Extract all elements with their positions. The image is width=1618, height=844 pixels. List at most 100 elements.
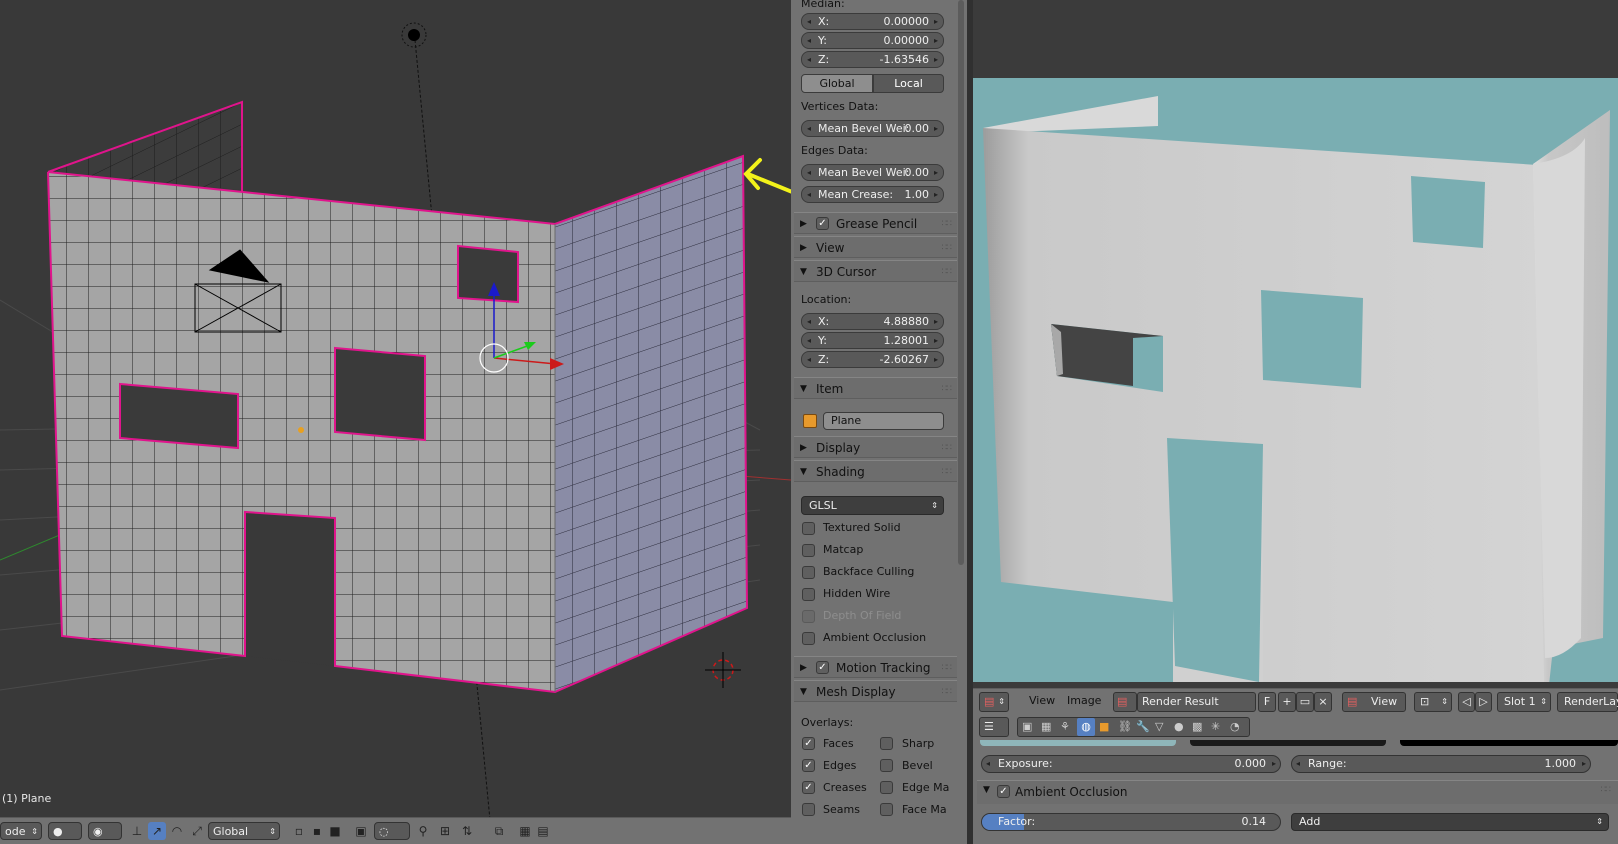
panel-motion-tracking[interactable]: ▶ ✓ Motion Tracking ∷∷ [794,656,957,678]
texture-tab-icon[interactable]: ▩ [1192,720,1202,733]
panel-view[interactable]: ▶ View ∷∷ [794,236,957,258]
drag-grip-icon[interactable]: ∷∷ [942,213,953,235]
editor-type-select[interactable]: ▤ ⇕ [979,692,1009,712]
unlink-image-icon[interactable]: × [1314,692,1332,712]
data-tab-icon[interactable]: ▽ [1155,720,1163,733]
world-tab-icon[interactable]: ◍ [1077,718,1095,736]
drag-grip-icon[interactable]: ∷∷ [942,261,953,283]
bevel-checkbox[interactable] [880,759,893,772]
face-select-icon[interactable]: ■ [326,822,344,840]
drag-grip-icon[interactable]: ∷∷ [1601,785,1612,795]
pivot-select[interactable]: ⊡ ⇕ [1414,692,1452,712]
render-layers-tab-icon[interactable]: ▦ [1041,720,1051,733]
ambient-occlusion-checkbox[interactable] [802,632,815,645]
3d-viewport[interactable]: (1) Plane ode ⇕ ● ◉ ⊥ ↗ ◠ ⤢ Global ⇕ ▫ ▪ ■… [0,0,791,844]
translate-icon[interactable]: ↗ [148,822,166,840]
blend-mode-select[interactable]: Add ⇕ [1291,813,1609,831]
menu-image[interactable]: Image [1067,694,1101,707]
creases-checkbox[interactable]: ✓ [802,781,815,794]
matcap-checkbox[interactable] [802,544,815,557]
faces-checkbox[interactable]: ✓ [802,737,815,750]
panel-display[interactable]: ▶ Display ∷∷ [794,436,957,458]
edge-select-icon[interactable]: ▪ [308,822,326,840]
color-swatch-strip-black[interactable] [1400,740,1618,746]
drag-grip-icon[interactable]: ∷∷ [942,681,953,703]
menu-view[interactable]: View [1029,694,1055,707]
panel-ambient-occlusion[interactable]: ▼ ✓ Ambient Occlusion ∷∷ [977,780,1618,804]
manipulator-toggle-icon[interactable]: ⊥ [128,822,146,840]
cursor-x-field[interactable]: ◂ X: 4.88880 ▸ [801,313,944,330]
mode-select[interactable]: ode ⇕ [0,822,42,840]
viewport-shading-select[interactable]: ● [48,822,82,840]
particles-tab-icon[interactable]: ✳ [1211,720,1220,733]
opengl-render-icon[interactable]: ⧉ [490,822,508,840]
face-marks-checkbox[interactable] [880,803,893,816]
grease-pencil-checkbox[interactable]: ✓ [816,217,829,230]
snap-target-icon[interactable]: ⇅ [458,822,476,840]
scene-tab-icon[interactable]: ⚘ [1060,720,1070,733]
render-result-canvas[interactable] [973,78,1618,722]
editor-type-select-2[interactable]: ☰ [979,717,1009,737]
material-tab-icon[interactable]: ● [1174,720,1184,733]
view-mode-select[interactable]: ▤ View [1342,692,1406,712]
drag-grip-icon[interactable]: ∷∷ [942,657,953,679]
snap-element-icon[interactable]: ⊞ [436,822,454,840]
panel-mesh-display[interactable]: ▼ Mesh Display ∷∷ [794,680,957,702]
object-name-field[interactable]: Plane [823,412,944,430]
render-tab-icon[interactable]: ▣ [1022,720,1032,733]
constraints-tab-icon[interactable]: ⛓ [1118,720,1132,733]
prev-slot-icon[interactable]: ◁ [1458,692,1475,712]
image-name-field[interactable]: Render Result [1137,692,1256,712]
panel-item[interactable]: ▼ Item ∷∷ [794,377,957,399]
shading-mode-select[interactable]: GLSL ⇕ [801,496,944,515]
global-toggle[interactable]: Global [801,74,873,93]
sharp-checkbox[interactable] [880,737,893,750]
render-layer-select[interactable]: RenderLay [1557,692,1618,712]
motion-tracking-checkbox[interactable]: ✓ [816,661,829,674]
browse-image-button[interactable]: ▤ [1113,692,1137,712]
vertex-bevel-weight-field[interactable]: ◂ Mean Bevel Wei: 0.00 ▸ [801,120,944,137]
sidebar-scrollbar[interactable] [958,0,964,565]
proportional-edit-select[interactable]: ◌ [374,822,410,840]
rotate-icon[interactable]: ◠ [168,822,186,840]
edges-checkbox[interactable]: ✓ [802,759,815,772]
slot-select[interactable]: Slot 1 ⇕ [1497,692,1551,712]
cursor-y-field[interactable]: ◂ Y: 1.28001 ▸ [801,332,944,349]
cursor-z-field[interactable]: ◂ Z: -2.60267 ▸ [801,351,944,368]
ambient-occlusion-enable-checkbox[interactable]: ✓ [997,785,1010,798]
median-y-field[interactable]: ◂ Y: 0.00000 ▸ [801,32,944,49]
fake-user-button[interactable]: F [1258,692,1276,712]
median-x-field[interactable]: ◂ X: 0.00000 ▸ [801,13,944,30]
mean-crease-field[interactable]: ◂ Mean Crease: 1.00 ▸ [801,186,944,203]
range-field[interactable]: ◂ Range: 1.000 ▸ [1291,755,1591,773]
backface-culling-checkbox[interactable] [802,566,815,579]
textured-solid-checkbox[interactable] [802,522,815,535]
modifiers-tab-icon[interactable]: 🔧 [1136,720,1150,733]
drag-grip-icon[interactable]: ∷∷ [942,378,953,400]
orientation-select[interactable]: Global ⇕ [208,822,280,840]
render-animation-icon[interactable]: ▤ [534,822,552,840]
color-swatch-strip-dark[interactable] [1190,740,1386,746]
snap-toggle-icon[interactable]: ⚲ [414,822,432,840]
panel-shading[interactable]: ▼ Shading ∷∷ [794,460,957,482]
color-swatch-strip[interactable] [980,740,1176,746]
seams-checkbox[interactable] [802,803,815,816]
edge-marks-checkbox[interactable] [880,781,893,794]
physics-tab-icon[interactable]: ◔ [1230,720,1240,733]
edge-bevel-weight-field[interactable]: ◂ Mean Bevel Wei: 0.00 ▸ [801,164,944,181]
render-image-icon[interactable]: ▦ [516,822,534,840]
new-image-icon[interactable]: + [1278,692,1296,712]
object-tab-icon[interactable]: ■ [1099,720,1109,733]
factor-slider[interactable]: Factor: 0.14 [981,813,1281,831]
hidden-wire-checkbox[interactable] [802,588,815,601]
panel-3d-cursor[interactable]: ▼ 3D Cursor ∷∷ [794,260,957,282]
open-image-icon[interactable]: ▭ [1296,692,1314,712]
next-slot-icon[interactable]: ▷ [1475,692,1492,712]
median-z-field[interactable]: ◂ Z: -1.63546 ▸ [801,51,944,68]
drag-grip-icon[interactable]: ∷∷ [942,461,953,483]
limit-selection-icon[interactable]: ▣ [352,822,370,840]
drag-grip-icon[interactable]: ∷∷ [942,237,953,259]
local-toggle[interactable]: Local [873,74,944,93]
exposure-field[interactable]: ◂ Exposure: 0.000 ▸ [981,755,1281,773]
scale-icon[interactable]: ⤢ [188,822,206,840]
